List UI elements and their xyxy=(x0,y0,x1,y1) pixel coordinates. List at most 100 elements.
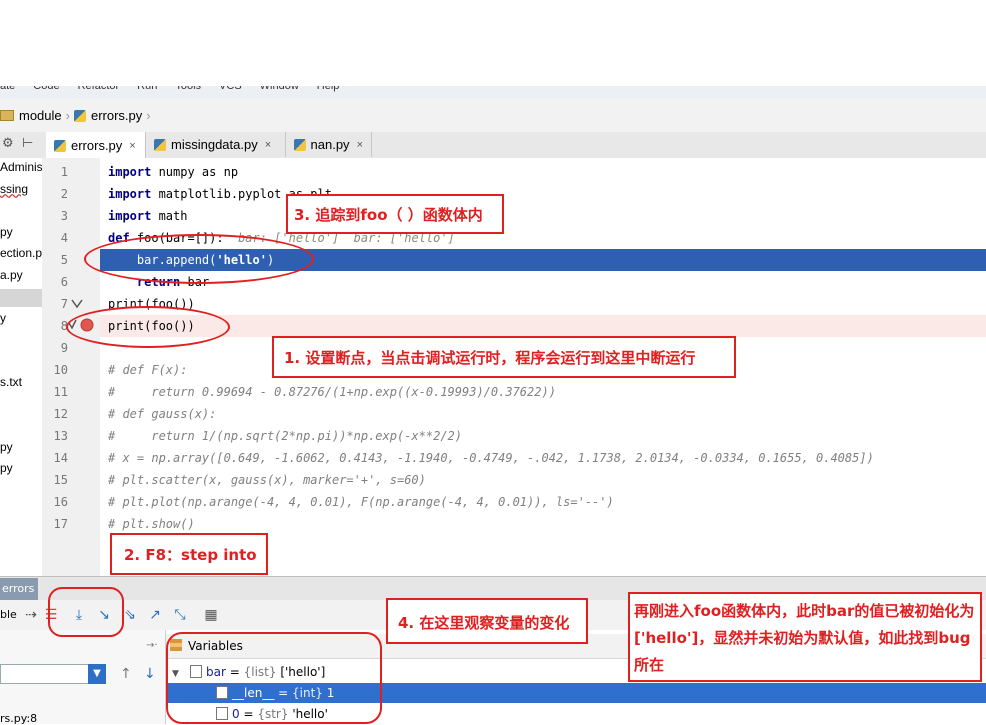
code-line[interactable]: # return 0.99694 - 0.87276/(1+np.exp((x-… xyxy=(100,381,986,403)
breadcrumb: module › errors.py › xyxy=(0,108,155,123)
project-tree-item[interactable]: a.py xyxy=(0,268,23,282)
code-token: import xyxy=(108,187,152,201)
project-tree-item[interactable]: ssing xyxy=(0,182,28,196)
code-line[interactable]: print(foo()) xyxy=(100,293,986,315)
pin-icon[interactable]: →· xyxy=(146,640,158,651)
menu-item[interactable]: Refactor xyxy=(78,86,120,92)
line-number: 17 xyxy=(53,517,68,531)
annotation-step3: 3. 追踪到foo（ ）函数体内 xyxy=(286,194,504,234)
code-line[interactable]: # plt.scatter(x, gauss(x), marker='+', s… xyxy=(100,469,986,491)
python-file-icon xyxy=(154,138,166,151)
code-line[interactable]: # x = np.array([0.649, -1.6062, 0.4143, … xyxy=(100,447,986,469)
project-tree-item[interactable]: y xyxy=(0,311,6,325)
project-tree-item[interactable]: s.txt xyxy=(0,375,22,389)
highlight-ellipse-line5 xyxy=(84,234,314,284)
chevron-down-icon[interactable]: ▼ xyxy=(88,664,106,684)
menu-item[interactable]: Run xyxy=(137,86,157,92)
project-tree-item[interactable]: py xyxy=(0,461,13,475)
menu-item[interactable]: Window xyxy=(260,86,299,92)
code-line[interactable]: import numpy as np xyxy=(100,161,986,183)
code-token: import xyxy=(108,165,152,179)
menu-item[interactable]: ate xyxy=(0,86,15,92)
tab-label: missingdata.py xyxy=(171,137,258,152)
collapse-icon[interactable]: ⊢ xyxy=(22,136,33,151)
line-gutter[interactable]: 1 2 3 4 5 6 7 8 9 10 11 12 13 14 15 16 17 xyxy=(42,158,101,576)
close-icon[interactable]: × xyxy=(129,140,135,152)
tab-nan[interactable]: nan.py × xyxy=(286,132,372,157)
code-line[interactable]: # def gauss(x): xyxy=(100,403,986,425)
tab-label: errors.py xyxy=(71,138,123,153)
project-tree-item[interactable]: py xyxy=(0,225,13,239)
project-tree-item[interactable] xyxy=(0,289,42,307)
code-token: # plt.plot(np.arange(-4, 4, 0.01), F(np.… xyxy=(108,495,614,509)
line-number: 13 xyxy=(53,429,68,443)
line-number: 7 xyxy=(60,297,68,311)
highlight-ellipse-breakpoint xyxy=(66,306,230,348)
code-line[interactable]: import math xyxy=(100,205,986,227)
annotation-step4: 4. 在这里观察变量的变化 xyxy=(386,598,588,644)
code-line[interactable]: print(foo()) xyxy=(100,315,986,337)
tab-missingdata[interactable]: missingdata.py × xyxy=(146,132,286,157)
run-to-cursor-icon[interactable]: ⤡ xyxy=(171,606,189,624)
python-file-icon xyxy=(73,109,86,122)
line-number: 3 xyxy=(60,209,68,223)
code-token: # return 1/(np.sqrt(2*np.pi))*np.exp(-x*… xyxy=(108,429,463,443)
highlight-step-buttons xyxy=(48,587,124,637)
checkmark-icon xyxy=(71,299,83,309)
menu-item[interactable]: Code xyxy=(33,86,59,92)
code-token: # def gauss(x): xyxy=(108,407,217,421)
line-number: 16 xyxy=(53,495,68,509)
annotation-step1: 1. 设置断点，当点击调试运行时，程序会运行到这里中断运行 xyxy=(272,336,736,378)
line-number: 9 xyxy=(60,341,68,355)
close-icon[interactable]: × xyxy=(357,139,363,151)
line-number: 4 xyxy=(60,231,68,245)
line-number: 14 xyxy=(53,451,68,465)
pin-icon[interactable]: ⇢ xyxy=(22,606,40,624)
tab-errors[interactable]: errors.py × xyxy=(46,132,146,159)
code-token: # plt.show() xyxy=(108,517,195,531)
code-line[interactable]: # return 1/(np.sqrt(2*np.pi))*np.exp(-x*… xyxy=(100,425,986,447)
arrow-down-icon[interactable]: ↓ xyxy=(144,666,156,682)
python-file-icon xyxy=(294,138,306,151)
chevron-right-icon: › xyxy=(65,108,70,123)
highlight-variables xyxy=(166,632,382,724)
project-tree-item[interactable]: Administ xyxy=(0,160,42,174)
frame-item[interactable]: rs.py:8 xyxy=(0,712,37,725)
menu-item[interactable]: Tools xyxy=(175,86,201,92)
settings-gear-icon[interactable]: ⚙ xyxy=(2,136,14,151)
line-number: 10 xyxy=(53,363,68,377)
line-number: 1 xyxy=(60,165,68,179)
breadcrumb-folder[interactable]: module xyxy=(19,108,62,123)
debug-tab[interactable]: errors xyxy=(0,578,38,600)
menu-item[interactable]: Help xyxy=(317,86,340,92)
project-tree-item[interactable]: ection.p xyxy=(0,246,42,260)
line-number: 5 xyxy=(60,253,68,267)
arrow-up-icon[interactable]: ↑ xyxy=(120,666,132,682)
tab-label: nan.py xyxy=(310,137,350,152)
code-token: # x = np.array([0.649, -1.6062, 0.4143, … xyxy=(108,451,874,465)
step-out-icon[interactable]: ↗ xyxy=(146,606,164,624)
navigation-bar: module › errors.py › xyxy=(0,98,986,133)
code-token: math xyxy=(151,209,188,223)
menu-bar: ate Code Refactor Run Tools VCS Window Help xyxy=(0,86,986,98)
editor-tabs: ⚙ ⊢ errors.py × missingdata.py × nan.py … xyxy=(0,132,986,159)
frames-label: ble xyxy=(0,608,17,621)
code-line[interactable]: import matplotlib.pyplot as plt xyxy=(100,183,986,205)
code-line[interactable]: # plt.show() xyxy=(100,513,986,535)
code-token: # return 0.99694 - 0.87276/(1+np.exp((x-… xyxy=(108,385,556,399)
line-number: 8 xyxy=(60,319,68,333)
breadcrumb-file[interactable]: errors.py xyxy=(91,108,142,123)
code-token: import xyxy=(108,209,152,223)
code-token: numpy as np xyxy=(151,165,239,179)
line-number: 11 xyxy=(53,385,68,399)
project-tree: Administ ssing py ection.p a.py y s.txt py py xyxy=(0,158,43,576)
menu-item[interactable]: VCS xyxy=(219,86,242,92)
project-tree-item[interactable]: py xyxy=(0,440,13,454)
code-line[interactable]: # plt.plot(np.arange(-4, 4, 0.01), F(np.… xyxy=(100,491,986,513)
close-icon[interactable]: × xyxy=(265,139,271,151)
evaluate-expression-icon[interactable]: ▦ xyxy=(202,606,220,624)
line-number: 12 xyxy=(53,407,68,421)
line-number: 6 xyxy=(60,275,68,289)
annotation-step2: 2. F8：step into xyxy=(110,533,268,575)
code-token: # def F(x): xyxy=(108,363,188,377)
